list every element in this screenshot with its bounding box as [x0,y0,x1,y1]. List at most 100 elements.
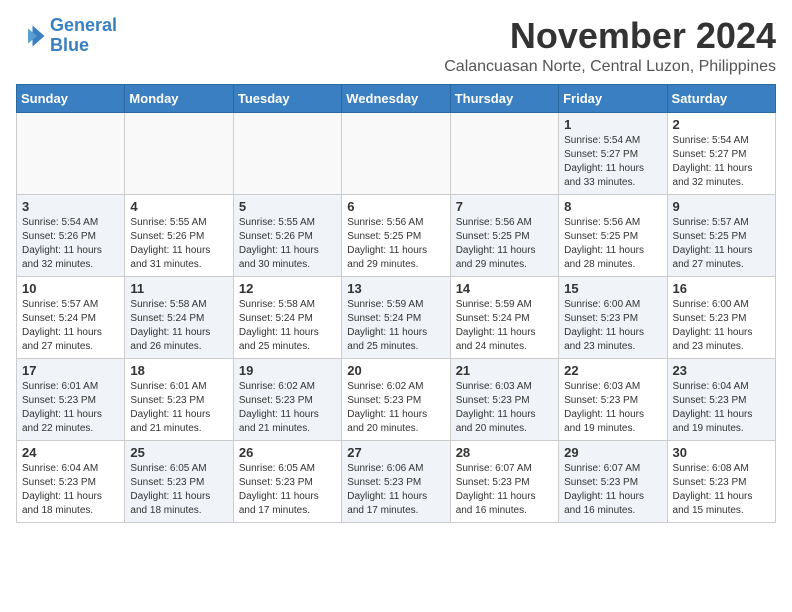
calendar-cell: 19 Sunrise: 6:02 AMSunset: 5:23 PMDayligh… [233,358,341,440]
day-number: 8 [564,199,661,214]
logo-icon [16,21,46,51]
day-info: Sunrise: 6:01 AMSunset: 5:23 PMDaylight:… [22,380,119,436]
day-number: 7 [456,199,553,214]
calendar-cell: 5 Sunrise: 5:55 AMSunset: 5:26 PMDaylight… [233,194,341,276]
day-info: Sunrise: 6:00 AMSunset: 5:23 PMDaylight:… [564,298,661,354]
calendar-cell: 18 Sunrise: 6:01 AMSunset: 5:23 PMDayligh… [125,358,233,440]
calendar-cell [342,112,450,194]
day-info: Sunrise: 6:05 AMSunset: 5:23 PMDaylight:… [239,462,336,518]
calendar-cell: 9 Sunrise: 5:57 AMSunset: 5:25 PMDaylight… [667,194,775,276]
calendar-week-row: 1 Sunrise: 5:54 AMSunset: 5:27 PMDaylight… [17,112,776,194]
calendar-week-row: 3 Sunrise: 5:54 AMSunset: 5:26 PMDaylight… [17,194,776,276]
day-info: Sunrise: 5:58 AMSunset: 5:24 PMDaylight:… [130,298,227,354]
day-info: Sunrise: 5:56 AMSunset: 5:25 PMDaylight:… [564,216,661,272]
title-area: November 2024 Calancuasan Norte, Central… [444,16,776,76]
weekday-header: Sunday [17,84,125,112]
calendar-cell: 17 Sunrise: 6:01 AMSunset: 5:23 PMDayligh… [17,358,125,440]
calendar-cell: 24Sunrise: 6:04 AMSunset: 5:23 PMDayligh… [17,440,125,522]
day-info: Sunrise: 5:56 AMSunset: 5:25 PMDaylight:… [347,216,444,272]
logo: General Blue [16,16,117,56]
day-info: Sunrise: 5:59 AMSunset: 5:24 PMDaylight:… [347,298,444,354]
day-number: 19 [239,363,336,378]
day-number: 11 [130,281,227,296]
day-info: Sunrise: 6:07 AMSunset: 5:23 PMDaylight:… [564,462,661,518]
day-info: Sunrise: 6:02 AMSunset: 5:23 PMDaylight:… [239,380,336,436]
calendar-cell: 3 Sunrise: 5:54 AMSunset: 5:26 PMDaylight… [17,194,125,276]
weekday-header: Tuesday [233,84,341,112]
day-number: 21 [456,363,553,378]
day-info: Sunrise: 5:56 AMSunset: 5:25 PMDaylight:… [456,216,553,272]
calendar-week-row: 17 Sunrise: 6:01 AMSunset: 5:23 PMDayligh… [17,358,776,440]
calendar-cell: 25 Sunrise: 6:05 AMSunset: 5:23 PMDayligh… [125,440,233,522]
calendar-cell: 26 Sunrise: 6:05 AMSunset: 5:23 PMDayligh… [233,440,341,522]
day-info: Sunrise: 6:05 AMSunset: 5:23 PMDaylight:… [130,462,227,518]
calendar-cell: 23Sunrise: 6:04 AMSunset: 5:23 PMDayligh… [667,358,775,440]
day-number: 22 [564,363,661,378]
calendar-cell: 15 Sunrise: 6:00 AMSunset: 5:23 PMDayligh… [559,276,667,358]
day-info: Sunrise: 5:57 AMSunset: 5:24 PMDaylight:… [22,298,119,354]
day-number: 25 [130,445,227,460]
calendar-cell: 16 Sunrise: 6:00 AMSunset: 5:23 PMDayligh… [667,276,775,358]
calendar-cell: 30Sunrise: 6:08 AMSunset: 5:23 PMDayligh… [667,440,775,522]
weekday-header: Thursday [450,84,558,112]
calendar-cell: 12 Sunrise: 5:58 AMSunset: 5:24 PMDayligh… [233,276,341,358]
month-title: November 2024 [444,16,776,56]
day-number: 23 [673,363,770,378]
calendar-table: SundayMondayTuesdayWednesdayThursdayFrid… [16,84,776,523]
day-number: 1 [564,117,661,132]
day-number: 28 [456,445,553,460]
calendar-cell: 28 Sunrise: 6:07 AMSunset: 5:23 PMDayligh… [450,440,558,522]
day-number: 6 [347,199,444,214]
day-number: 9 [673,199,770,214]
day-number: 5 [239,199,336,214]
day-number: 14 [456,281,553,296]
calendar-cell: 7 Sunrise: 5:56 AMSunset: 5:25 PMDaylight… [450,194,558,276]
calendar-cell: 2Sunrise: 5:54 AMSunset: 5:27 PMDaylight… [667,112,775,194]
day-info: Sunrise: 5:55 AMSunset: 5:26 PMDaylight:… [239,216,336,272]
day-info: Sunrise: 6:07 AMSunset: 5:23 PMDaylight:… [456,462,553,518]
day-info: Sunrise: 5:57 AMSunset: 5:25 PMDaylight:… [673,216,770,272]
weekday-header: Monday [125,84,233,112]
day-number: 3 [22,199,119,214]
calendar-cell: 8 Sunrise: 5:56 AMSunset: 5:25 PMDaylight… [559,194,667,276]
logo-general: General [50,15,117,35]
day-info: Sunrise: 5:55 AMSunset: 5:26 PMDaylight:… [130,216,227,272]
day-info: Sunrise: 6:03 AMSunset: 5:23 PMDaylight:… [564,380,661,436]
calendar-cell: 27 Sunrise: 6:06 AMSunset: 5:23 PMDayligh… [342,440,450,522]
day-info: Sunrise: 6:03 AMSunset: 5:23 PMDaylight:… [456,380,553,436]
calendar-cell [233,112,341,194]
day-info: Sunrise: 5:58 AMSunset: 5:24 PMDaylight:… [239,298,336,354]
day-number: 2 [673,117,770,132]
day-number: 17 [22,363,119,378]
day-info: Sunrise: 6:01 AMSunset: 5:23 PMDaylight:… [130,380,227,436]
day-info: Sunrise: 5:54 AMSunset: 5:27 PMDaylight:… [564,134,661,190]
calendar-week-row: 10 Sunrise: 5:57 AMSunset: 5:24 PMDayligh… [17,276,776,358]
calendar-cell: 11 Sunrise: 5:58 AMSunset: 5:24 PMDayligh… [125,276,233,358]
day-number: 18 [130,363,227,378]
day-info: Sunrise: 6:00 AMSunset: 5:23 PMDaylight:… [673,298,770,354]
calendar-cell: 13 Sunrise: 5:59 AMSunset: 5:24 PMDayligh… [342,276,450,358]
day-number: 15 [564,281,661,296]
day-info: Sunrise: 6:06 AMSunset: 5:23 PMDaylight:… [347,462,444,518]
day-number: 26 [239,445,336,460]
day-number: 16 [673,281,770,296]
calendar-cell [450,112,558,194]
day-number: 20 [347,363,444,378]
calendar-cell: 22 Sunrise: 6:03 AMSunset: 5:23 PMDayligh… [559,358,667,440]
calendar-cell: 6 Sunrise: 5:56 AMSunset: 5:25 PMDaylight… [342,194,450,276]
day-number: 12 [239,281,336,296]
calendar-cell: 4 Sunrise: 5:55 AMSunset: 5:26 PMDaylight… [125,194,233,276]
page-header: General Blue November 2024 Calancuasan N… [16,16,776,76]
day-number: 4 [130,199,227,214]
calendar-cell: 20Sunrise: 6:02 AMSunset: 5:23 PMDayligh… [342,358,450,440]
weekday-header: Friday [559,84,667,112]
day-number: 27 [347,445,444,460]
calendar-cell [17,112,125,194]
day-number: 10 [22,281,119,296]
day-number: 29 [564,445,661,460]
day-info: Sunrise: 5:54 AMSunset: 5:26 PMDaylight:… [22,216,119,272]
day-number: 13 [347,281,444,296]
weekday-header: Saturday [667,84,775,112]
calendar-cell: 14Sunrise: 5:59 AMSunset: 5:24 PMDayligh… [450,276,558,358]
calendar-cell: 1 Sunrise: 5:54 AMSunset: 5:27 PMDaylight… [559,112,667,194]
